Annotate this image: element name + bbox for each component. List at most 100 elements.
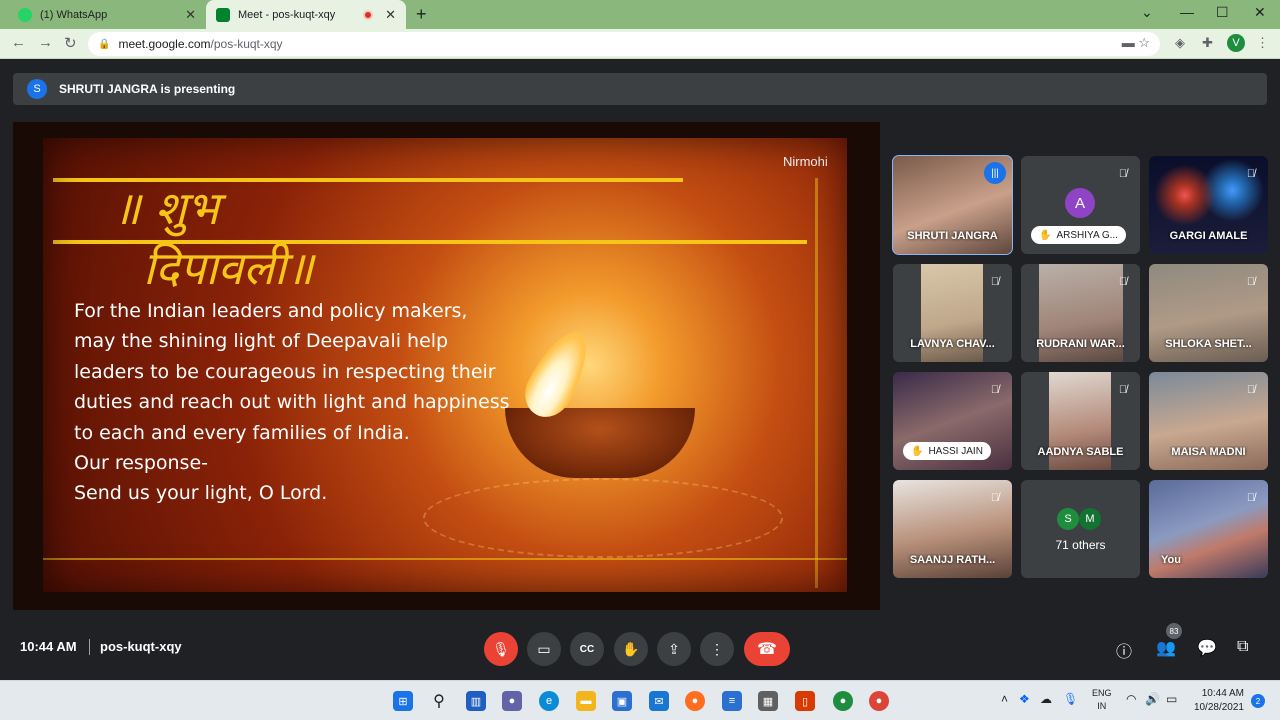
meeting-time: 10:44 AM: [20, 639, 77, 654]
onedrive-icon[interactable]: ☁: [1040, 692, 1052, 706]
participant-name: GARGI AMALE: [1169, 230, 1248, 242]
notepad-icon[interactable]: ≡: [722, 691, 742, 711]
participant-tile[interactable]: 🎙̸ A ✋ ARSHIYA G...: [1021, 156, 1140, 254]
participant-tile[interactable]: 🎙̸ RUDRANI WAR...: [1021, 264, 1140, 362]
others-avatar: S: [1057, 508, 1079, 530]
mic-off-icon: 🎙̸: [1118, 384, 1128, 396]
browser-tab-bar: (1) WhatsApp ✕ Meet - pos-kuqt-xqy ✕ + ⌄…: [0, 0, 1280, 29]
raised-hand-pill: ✋ ARSHIYA G...: [1031, 226, 1126, 244]
puzzle-icon[interactable]: ✚: [1202, 35, 1213, 51]
notification-badge[interactable]: 2: [1251, 694, 1265, 708]
camera-toggle-button[interactable]: ▭: [527, 632, 561, 666]
close-tab-icon[interactable]: ✕: [185, 7, 196, 23]
extension-icon[interactable]: ◈: [1175, 35, 1185, 51]
windows-taskbar: ⊞ ⚲ ▥ ● e ▬ ▣ ✉ ● ≡ ▦ ▯ ● ● ˄ ❖ ☁ 🎙 ENG …: [0, 680, 1280, 720]
dropbox-icon[interactable]: ❖: [1019, 692, 1030, 706]
chrome-icon[interactable]: ●: [869, 691, 889, 711]
presenting-banner: S SHRUTI JANGRA is presenting: [13, 73, 1267, 105]
volume-icon[interactable]: 🔊: [1145, 692, 1160, 706]
participant-tile[interactable]: 🎙̸ LAVNYA CHAV...: [893, 264, 1012, 362]
address-bar-row: ← → ↻ 🔒 meet.google.com/pos-kuqt-xqy ▬ ☆…: [0, 29, 1280, 59]
presentation-stage[interactable]: ॥ शुभ दिपावली॥ Nirmohi For the Indian le…: [13, 122, 880, 610]
close-window-icon[interactable]: ✕: [1254, 4, 1266, 21]
others-tile[interactable]: S M 71 others: [1021, 480, 1140, 578]
store-icon[interactable]: ▣: [612, 691, 632, 711]
participant-avatar: A: [1065, 188, 1095, 218]
show-hidden-icons-icon[interactable]: ˄: [1001, 692, 1008, 706]
mic-off-icon: 🎙̸: [1246, 492, 1256, 504]
mic-off-icon: 🎙̸: [990, 384, 1000, 396]
language-indicator[interactable]: ENG IN: [1092, 687, 1112, 713]
activities-icon[interactable]: ⧉: [1237, 638, 1248, 656]
participant-tile[interactable]: ||| SHRUTI JANGRA: [892, 155, 1013, 255]
url-input[interactable]: 🔒 meet.google.com/pos-kuqt-xqy ▬ ☆: [88, 32, 1160, 56]
participant-name: ARSHIYA G...: [1056, 229, 1118, 241]
recording-indicator-icon: [363, 9, 374, 20]
forward-icon[interactable]: →: [38, 34, 53, 51]
microphone-tray-icon[interactable]: 🎙: [1063, 692, 1078, 706]
tab-title: (1) WhatsApp: [40, 8, 108, 21]
mic-toggle-button[interactable]: 🎙: [484, 632, 518, 666]
camera-permission-icon[interactable]: ▬ ☆: [1122, 35, 1150, 51]
windows-start-icon[interactable]: ⊞: [393, 691, 413, 711]
calculator-icon[interactable]: ▦: [758, 691, 778, 711]
taskbar-clock[interactable]: 10:44 AM 10/28/2021: [1188, 687, 1244, 715]
taskbar-date: 10/28/2021: [1193, 702, 1244, 713]
participant-name: SHLOKA SHET...: [1165, 338, 1252, 350]
tab-search-icon[interactable]: ⌄: [1141, 4, 1153, 21]
chat-icon[interactable]: 💬: [1197, 638, 1217, 658]
firefox-icon[interactable]: ●: [685, 691, 705, 711]
tab-whatsapp[interactable]: (1) WhatsApp ✕: [8, 0, 206, 29]
others-avatars: S M: [1057, 508, 1101, 530]
menu-icon[interactable]: ⋮: [1256, 35, 1269, 51]
participant-name: HASSI JAIN: [928, 445, 983, 457]
raise-hand-button[interactable]: ✋: [614, 632, 648, 666]
present-button[interactable]: ⇪: [657, 632, 691, 666]
participant-tile[interactable]: 🎙̸ GARGI AMALE: [1149, 156, 1268, 254]
end-call-icon: ☎: [757, 641, 777, 658]
battery-icon[interactable]: ▭: [1166, 692, 1177, 706]
edge-icon[interactable]: e: [539, 691, 559, 711]
meeting-details-icon[interactable]: ⓘ: [1116, 638, 1132, 662]
participant-tile[interactable]: 🎙̸ MAISA MADNI: [1149, 372, 1268, 470]
participant-tile-self[interactable]: 🎙̸ You: [1149, 480, 1268, 578]
lock-icon: 🔒: [98, 38, 111, 50]
more-options-button[interactable]: ⋮: [700, 632, 734, 666]
people-icon[interactable]: 👥: [1156, 638, 1176, 658]
minimize-icon[interactable]: —: [1180, 4, 1194, 20]
mail-icon[interactable]: ✉: [649, 691, 669, 711]
chrome-profile-icon[interactable]: ●: [833, 691, 853, 711]
mic-off-icon: 🎙̸: [1246, 276, 1256, 288]
others-avatar: M: [1079, 508, 1101, 530]
profile-avatar[interactable]: V: [1227, 34, 1245, 52]
mic-off-icon: 🎙̸: [990, 276, 1000, 288]
slide-vignette: [43, 138, 847, 592]
participant-name: SHRUTI JANGRA: [907, 230, 998, 242]
file-explorer-icon[interactable]: ▬: [576, 691, 596, 711]
maximize-icon[interactable]: ☐: [1216, 4, 1229, 21]
people-count-badge: 83: [1166, 623, 1182, 639]
leave-call-button[interactable]: ☎: [744, 632, 790, 666]
participant-tile[interactable]: 🎙̸ SHLOKA SHET...: [1149, 264, 1268, 362]
divider: [89, 639, 90, 655]
more-vert-icon: ⋮: [710, 640, 724, 657]
wifi-icon[interactable]: ◠: [1126, 692, 1136, 706]
office-icon[interactable]: ▯: [795, 691, 815, 711]
participant-tile[interactable]: 🎙̸ ✋ HASSI JAIN: [893, 372, 1012, 470]
teams-chat-icon[interactable]: ●: [502, 691, 522, 711]
participant-tile[interactable]: 🎙̸ SAANJJ RATH...: [893, 480, 1012, 578]
participant-name: AADNYA SABLE: [1037, 446, 1124, 458]
mic-off-icon: 🎙̸: [1246, 168, 1256, 180]
tab-meet[interactable]: Meet - pos-kuqt-xqy ✕: [206, 0, 406, 29]
captions-button[interactable]: CC: [570, 632, 604, 666]
task-view-icon[interactable]: ▥: [466, 691, 486, 711]
participant-tile[interactable]: 🎙̸ AADNYA SABLE: [1021, 372, 1140, 470]
search-icon[interactable]: ⚲: [429, 691, 449, 711]
new-tab-button[interactable]: +: [416, 4, 427, 25]
tab-title: Meet - pos-kuqt-xqy: [238, 8, 336, 21]
close-tab-icon[interactable]: ✕: [385, 7, 396, 23]
back-icon[interactable]: ←: [11, 34, 26, 51]
reload-icon[interactable]: ↻: [64, 34, 77, 52]
taskbar-time: 10:44 AM: [1201, 688, 1244, 699]
participant-name: MAISA MADNI: [1171, 446, 1246, 458]
